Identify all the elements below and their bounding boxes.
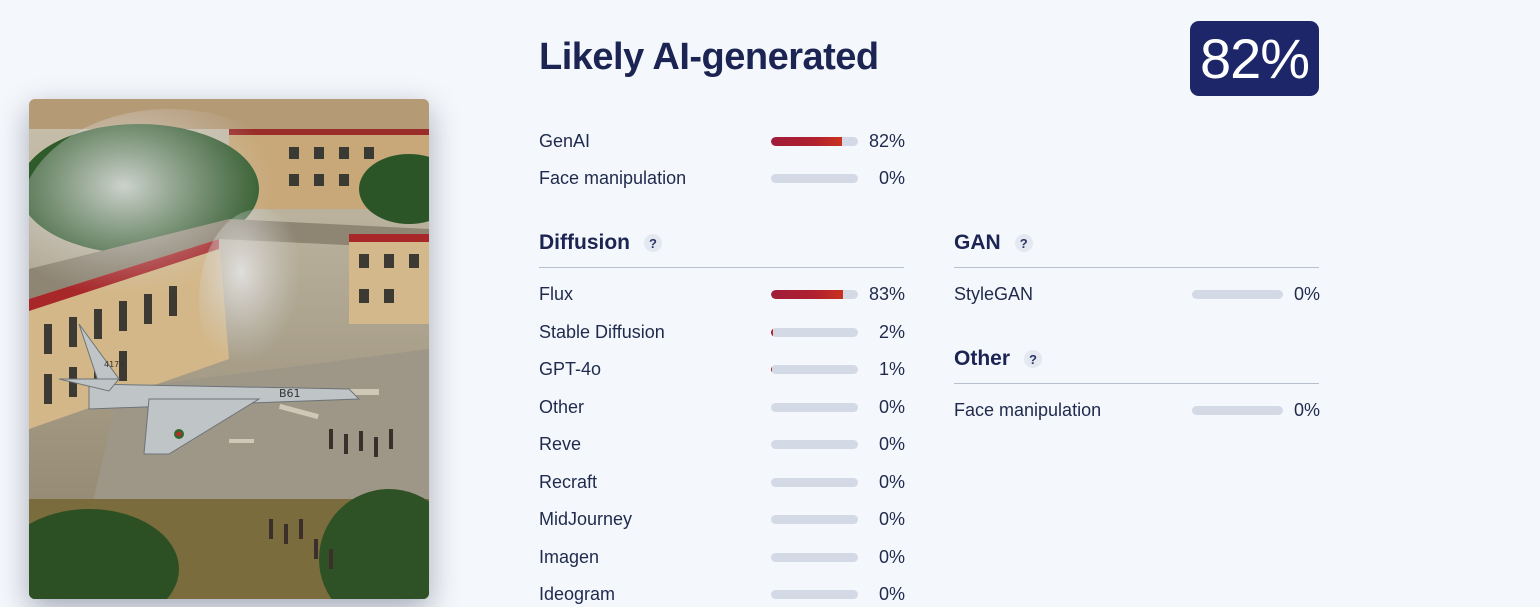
row-label: Face manipulation [539,168,687,188]
crash-scene-image: 417A B61 [29,99,429,599]
progress-bar [771,403,858,412]
section-title-other: Other ? [954,347,1043,371]
row-percent: 0% [878,472,905,492]
section-divider [539,267,904,268]
section-title-diffusion: Diffusion ? [539,231,662,255]
model-row-stable-diffusion: Stable Diffusion 2% [539,322,909,342]
row-label: Flux [539,284,574,304]
row-percent: 83% [868,284,905,304]
help-icon[interactable]: ? [1024,350,1043,368]
row-label: Other [539,397,585,417]
model-row-midjourney: MidJourney 0% [539,509,909,529]
progress-bar [771,137,858,146]
progress-fill [771,328,773,337]
row-percent: 0% [878,397,905,417]
progress-fill [771,365,772,374]
row-label: Recraft [539,472,598,492]
model-row-gpt-4o: GPT-4o 1% [539,359,909,379]
progress-bar [771,590,858,599]
row-percent: 0% [878,584,905,604]
analyzed-image: 417A B61 [29,99,429,599]
section-label: GAN [954,231,1001,254]
row-label: Face manipulation [954,400,1102,420]
score-badge: 82% [1190,21,1319,96]
summary-row-face-manipulation: Face manipulation 0% [539,168,909,188]
section-title-gan: GAN ? [954,231,1033,255]
section-divider [954,267,1319,268]
progress-bar [771,553,858,562]
model-row-flux: Flux 83% [539,284,909,304]
row-label: MidJourney [539,509,633,529]
verdict-title: Likely AI-generated [539,36,879,78]
row-label: Reve [539,434,582,454]
section-divider [954,383,1319,384]
section-label: Diffusion [539,231,630,254]
row-label: Stable Diffusion [539,322,665,342]
progress-bar [1192,290,1283,299]
progress-bar [771,290,858,299]
progress-bar [771,174,858,183]
row-percent: 82% [868,131,905,151]
progress-bar [1192,406,1283,415]
row-percent: 2% [878,322,905,342]
svg-text:B61: B61 [279,387,301,400]
row-percent: 0% [1293,284,1320,304]
model-row-reve: Reve 0% [539,434,909,454]
row-label: Imagen [539,547,600,567]
progress-bar [771,478,858,487]
row-percent: 0% [878,547,905,567]
model-row-imagen: Imagen 0% [539,547,909,567]
row-label: StyleGAN [954,284,1034,304]
model-row-ideogram: Ideogram 0% [539,584,909,604]
model-row-face-manipulation: Face manipulation 0% [954,400,1324,420]
row-percent: 0% [878,168,905,188]
section-label: Other [954,347,1011,370]
help-icon[interactable]: ? [1014,234,1033,252]
progress-bar [771,515,858,524]
model-row-other: Other 0% [539,397,909,417]
progress-bar [771,365,858,374]
model-row-recraft: Recraft 0% [539,472,909,492]
row-label: Ideogram [539,584,616,604]
progress-fill [771,290,844,299]
progress-fill [771,137,843,146]
row-percent: 1% [878,359,905,379]
progress-bar [771,440,858,449]
row-percent: 0% [1293,400,1320,420]
summary-row-genai: GenAI 82% [539,131,909,151]
model-row-stylegan: StyleGAN 0% [954,284,1324,304]
help-icon[interactable]: ? [643,234,662,252]
row-label: GPT-4o [539,359,602,379]
row-label: GenAI [539,131,591,151]
svg-text:417A: 417A [104,360,125,369]
row-percent: 0% [878,434,905,454]
row-percent: 0% [878,509,905,529]
progress-bar [771,328,858,337]
